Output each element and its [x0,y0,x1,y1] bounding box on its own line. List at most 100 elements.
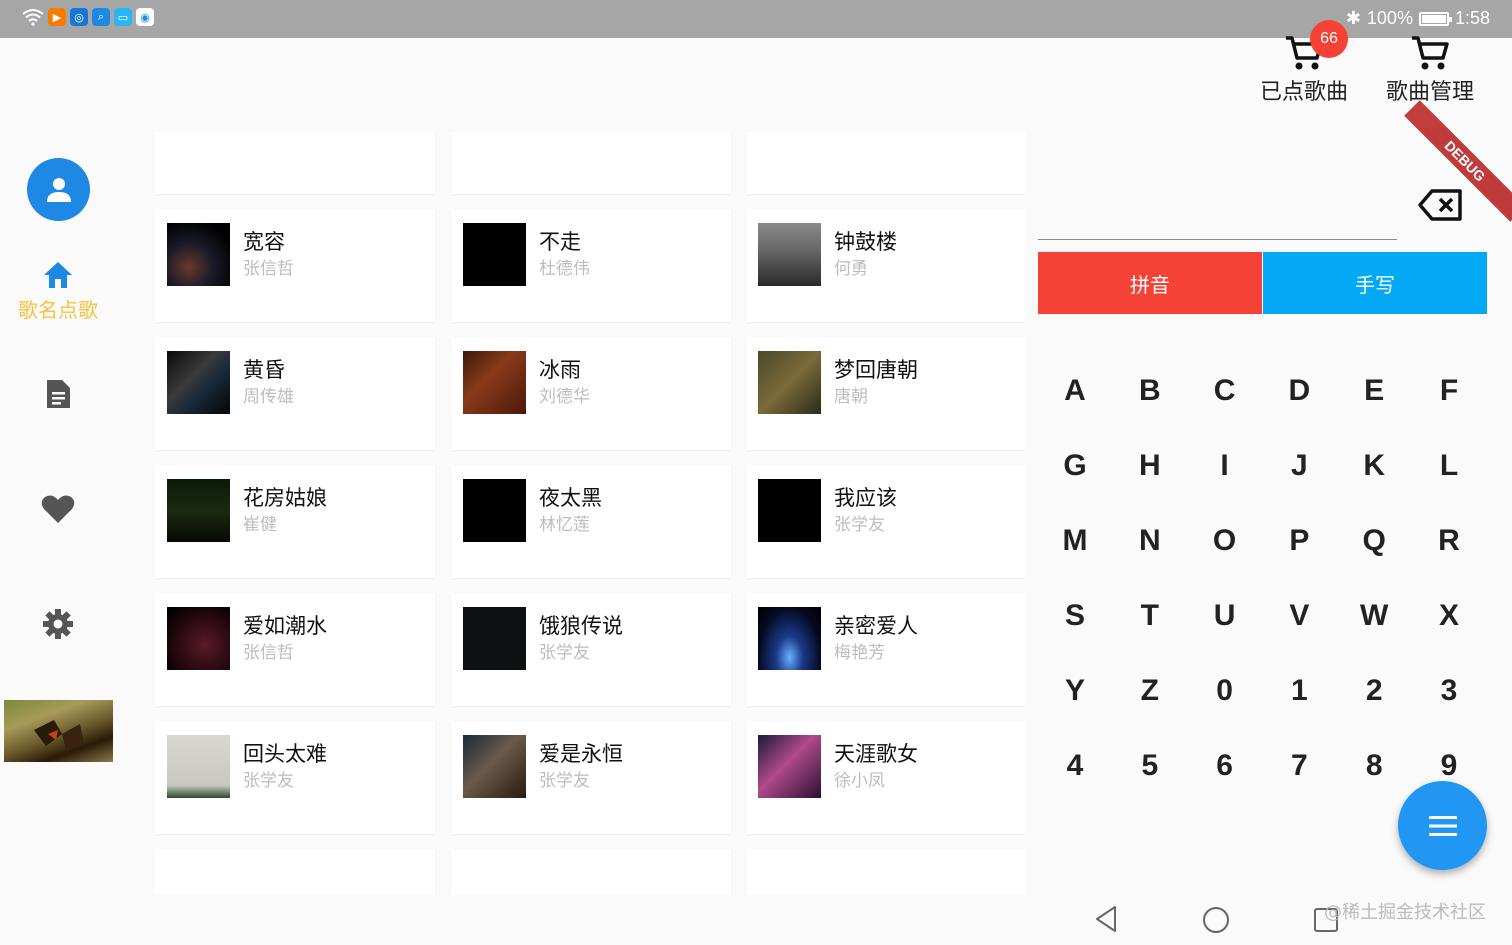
song-card[interactable]: 不走 杜德伟 [451,210,731,322]
key-h[interactable]: H [1113,428,1187,503]
song-card[interactable]: 黄昏 周传雄 [155,338,435,450]
key-w[interactable]: W [1337,578,1411,653]
nav-item-song-name[interactable]: 歌名点歌 [0,260,116,323]
song-title: 黄昏 [243,358,285,382]
song-title: 我应该 [834,486,897,510]
song-thumbnail [167,479,230,542]
song-title: 花房姑娘 [243,486,327,510]
song-card[interactable]: 夜太黑 林忆莲 [451,466,731,578]
cart-icon [1412,36,1449,70]
backspace-button[interactable] [1418,188,1464,226]
song-artist: 张信哲 [243,259,294,279]
song-card[interactable]: 天涯歌女 徐小凤 [746,722,1025,834]
nav-item-favorites[interactable] [0,494,116,524]
key-a[interactable]: A [1038,353,1112,428]
song-manage-button[interactable]: 歌曲管理 [1386,30,1474,106]
key-4[interactable]: 4 [1038,728,1112,803]
song-card[interactable]: 宽容 张信哲 [155,210,435,322]
home-circle-icon[interactable] [1202,906,1230,934]
tab-handwriting[interactable]: 手写 [1263,252,1487,314]
battery-icon [1418,11,1452,26]
search-app-icon: ⌕ [92,8,110,26]
search-input-underline[interactable] [1038,239,1397,240]
song-title: 天涯歌女 [834,742,918,766]
song-card[interactable]: 我应该 张学友 [746,466,1025,578]
key-5[interactable]: 5 [1113,728,1187,803]
song-thumbnail [463,607,526,670]
song-card[interactable]: 梦回唐朝 唐朝 [746,338,1025,450]
key-m[interactable]: M [1038,503,1112,578]
key-v[interactable]: V [1262,578,1336,653]
key-b[interactable]: B [1113,353,1187,428]
song-title: 钟鼓楼 [834,230,897,254]
song-title: 回头太难 [243,742,327,766]
song-card[interactable]: 爱如潮水 张信哲 [155,594,435,706]
song-thumbnail [463,735,526,798]
key-7[interactable]: 7 [1262,728,1336,803]
key-8[interactable]: 8 [1337,728,1411,803]
key-0[interactable]: 0 [1188,653,1262,728]
key-x[interactable]: X [1412,578,1486,653]
key-2[interactable]: 2 [1337,653,1411,728]
song-artist: 周传雄 [243,387,294,407]
status-icons-left: ▶ ◎ ⌕ ▭ ◉ [22,8,154,26]
queued-count-badge: 66 [1310,20,1348,58]
nav-item-label: 歌名点歌 [18,298,98,322]
song-card[interactable]: 花房姑娘 崔健 [155,466,435,578]
song-card-placeholder [155,850,435,895]
song-card[interactable]: 回头太难 张学友 [155,722,435,834]
key-q[interactable]: Q [1337,503,1411,578]
song-thumbnail [758,735,821,798]
key-s[interactable]: S [1038,578,1112,653]
song-card[interactable]: 爱是永恒 张学友 [451,722,731,834]
tab-pinyin[interactable]: 拼音 [1038,252,1262,314]
key-n[interactable]: N [1113,503,1187,578]
key-i[interactable]: I [1188,428,1262,503]
watermark: @稀土掘金技术社区 [1324,902,1486,923]
song-thumbnail [167,735,230,798]
battery-fill [1421,14,1446,23]
play-app-icon: ▶ [48,8,66,26]
key-l[interactable]: L [1412,428,1486,503]
key-k[interactable]: K [1337,428,1411,503]
key-j[interactable]: J [1262,428,1336,503]
key-6[interactable]: 6 [1188,728,1262,803]
key-3[interactable]: 3 [1412,653,1486,728]
nav-item-list[interactable] [0,378,116,410]
key-c[interactable]: C [1188,353,1262,428]
song-card[interactable]: 钟鼓楼 何勇 [746,210,1025,322]
song-card[interactable]: 饿狼传说 张学友 [451,594,731,706]
bulb-app-icon: ◎ [70,8,88,26]
song-card[interactable]: 冰雨 刘德华 [451,338,731,450]
key-t[interactable]: T [1113,578,1187,653]
queued-songs-button[interactable]: 66 已点歌曲 [1260,20,1348,106]
key-y[interactable]: Y [1038,653,1112,728]
back-icon[interactable] [1093,905,1119,933]
key-g[interactable]: G [1038,428,1112,503]
nav-item-settings[interactable] [0,608,116,640]
song-thumbnail [758,479,821,542]
song-thumbnail [167,351,230,414]
gear-icon [43,609,73,639]
key-u[interactable]: U [1188,578,1262,653]
song-thumbnail [463,351,526,414]
menu-fab[interactable] [1398,781,1487,870]
menu-icon [1428,815,1457,836]
song-artist: 杜德伟 [539,259,590,279]
key-o[interactable]: O [1188,503,1262,578]
key-r[interactable]: R [1412,503,1486,578]
avatar[interactable] [27,158,90,221]
song-artist: 唐朝 [834,387,868,407]
battery-text: 100% [1366,8,1413,28]
wifi-icon [22,9,44,26]
song-artist: 刘德华 [539,387,590,407]
key-d[interactable]: D [1262,353,1336,428]
key-p[interactable]: P [1262,503,1336,578]
backspace-icon [1418,189,1462,221]
key-z[interactable]: Z [1113,653,1187,728]
song-card[interactable]: 亲密爱人 梅艳芳 [746,594,1025,706]
key-f[interactable]: F [1412,353,1486,428]
key-e[interactable]: E [1337,353,1411,428]
song-title: 爱如潮水 [243,614,327,638]
key-1[interactable]: 1 [1262,653,1336,728]
